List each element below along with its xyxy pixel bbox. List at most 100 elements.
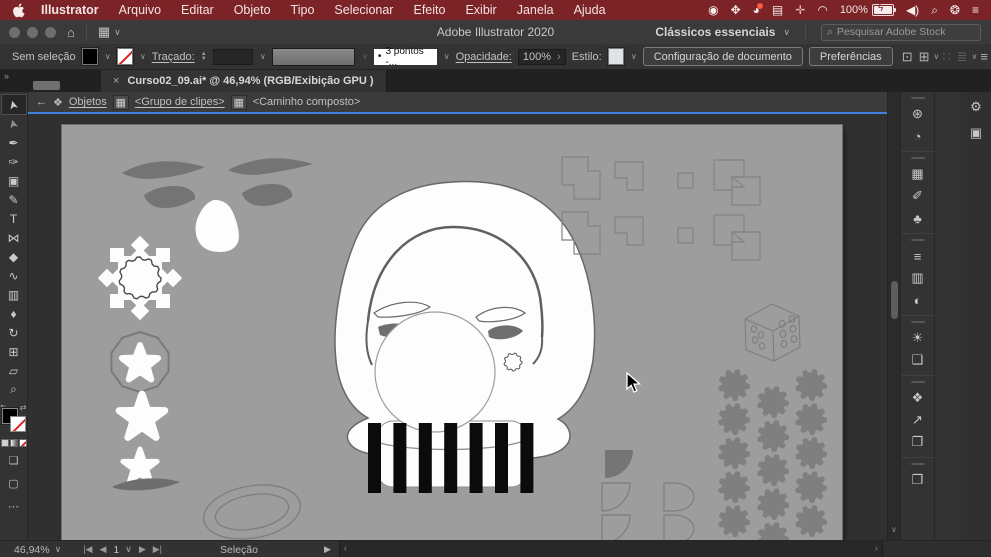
adobe-stock-search[interactable]: ⌕ Pesquisar Adobe Stock (821, 24, 981, 41)
align-options-icon[interactable]: ≣ (957, 49, 968, 65)
layers-panel-icon[interactable]: ❖ (901, 387, 934, 409)
artwork-dice[interactable] (745, 304, 800, 361)
scroll-down-icon[interactable]: ∨ (891, 525, 897, 534)
status-flyout-icon[interactable]: ▶ (324, 544, 331, 555)
artboard-number-dropdown[interactable]: 1 ∨ (113, 544, 131, 556)
workspace-switcher[interactable]: Clássicos essenciais (655, 25, 775, 39)
apple-menu-icon[interactable] (12, 3, 25, 18)
dropbox-icon[interactable]: ✥ (731, 0, 741, 20)
gradient-panel-icon[interactable]: ▥ (901, 267, 934, 289)
close-tab-icon[interactable]: × (113, 75, 119, 87)
align-options-icon-chevron[interactable]: ∨ (972, 52, 978, 61)
breadcrumb-objects[interactable]: Objetos (69, 96, 107, 108)
graphic-styles-panel-icon[interactable]: ❑ (901, 349, 934, 371)
artwork-background-face[interactable] (122, 158, 313, 252)
control-center-icon[interactable]: ≡ (972, 0, 979, 20)
transparency-panel-icon[interactable]: ◐ (901, 289, 934, 311)
smooth-tool[interactable]: ∿ (2, 266, 26, 285)
color-mode-button[interactable] (1, 439, 9, 447)
stroke-color-swatch[interactable] (117, 48, 133, 65)
scroll-right-icon[interactable]: › (875, 543, 878, 553)
menu-tipo[interactable]: Tipo (281, 0, 325, 20)
isolate-selection-icon-chevron[interactable]: ∨ (934, 52, 940, 61)
artwork-gear-grid[interactable] (719, 370, 826, 540)
previous-artboard-icon[interactable]: ◀ (99, 544, 106, 555)
appearance-panel-icon[interactable]: ☀ (901, 327, 934, 349)
artwork-star-small[interactable] (123, 449, 157, 482)
menu-selecionar[interactable]: Selecionar (324, 0, 403, 20)
gradient-mode-button[interactable] (10, 439, 18, 447)
touch-workspace-icon[interactable]: ∷ (942, 49, 950, 65)
toolbar-overflow-icon[interactable]: » (4, 71, 8, 81)
panel-menu-icon[interactable]: ≡ (980, 49, 988, 64)
stroke-chevron[interactable]: ∨ (140, 52, 146, 61)
fill-color-swatch[interactable] (82, 48, 98, 65)
minimize-window-button[interactable] (27, 27, 38, 38)
menu-efeito[interactable]: Efeito (403, 0, 455, 20)
vertical-scrollbar-thumb[interactable] (891, 281, 898, 319)
artwork-snowflake-badge[interactable] (98, 236, 182, 320)
document-setup-button[interactable]: Configuração de documento (643, 47, 803, 66)
horizontal-scrollbar[interactable]: ‹ › (339, 541, 883, 557)
profile-chevron[interactable]: ∨ (444, 52, 450, 61)
direct-selection-tool[interactable]: ➤ (2, 114, 26, 133)
brush-chevron[interactable]: ∨ (362, 52, 368, 61)
opacity-label[interactable]: Opacidade: (456, 51, 512, 63)
brush-definition-dropdown[interactable] (272, 48, 355, 66)
stroke-weight-field[interactable] (213, 49, 253, 65)
rotate-view-tool[interactable]: ↻ (2, 323, 26, 342)
more-tools-icon[interactable]: ⋯ (2, 497, 26, 516)
color-panel-icon[interactable]: ⊛ (901, 103, 934, 125)
graphic-style-swatch[interactable] (608, 48, 624, 65)
home-icon[interactable]: ⌂ (67, 25, 75, 40)
artwork-quarter-shapes[interactable] (602, 450, 694, 540)
battery-indicator[interactable]: 100% ϟ (840, 4, 894, 16)
artboards-panel-icon[interactable]: ❐ (901, 431, 934, 453)
artwork-swoosh[interactable] (112, 478, 180, 490)
volume-icon[interactable]: ◀) (906, 0, 919, 20)
menu-ajuda[interactable]: Ajuda (564, 0, 616, 20)
menu-janela[interactable]: Janela (507, 0, 564, 20)
arrange-documents-icon[interactable]: ▦ (98, 24, 110, 40)
menu-editar[interactable]: Editar (171, 0, 224, 20)
scroll-left-icon[interactable]: ‹ (344, 543, 347, 553)
document-tab[interactable]: × Curso02_09.ai* @ 46,94% (RGB/Exibição … (101, 70, 387, 92)
preferences-button[interactable]: Preferências (809, 47, 893, 66)
stroke-profile-dropdown[interactable]: • 3 pontos -... (374, 49, 437, 65)
transform-bounds-icon[interactable]: ⊡ (902, 49, 913, 65)
type-tool[interactable]: T (2, 209, 26, 228)
eraser-tool[interactable]: ◆ (2, 247, 26, 266)
curvature-tool[interactable]: ✑ (2, 152, 26, 171)
spotlight-icon[interactable]: ⌕ (931, 0, 938, 20)
stroke-weight-stepper[interactable]: ▲▼ (201, 52, 207, 62)
opacity-field[interactable]: 100% › (518, 49, 566, 65)
menu-arquivo[interactable]: Arquivo (109, 0, 171, 20)
gradient-tool[interactable]: ▥ (2, 285, 26, 304)
stroke-panel-icon[interactable]: ≡ (901, 245, 934, 267)
none-mode-button[interactable] (19, 439, 27, 447)
workspace-chevron[interactable]: ∨ (783, 27, 790, 38)
screen-record-icon[interactable]: ◉ (708, 0, 718, 20)
paintbrush-tool[interactable]: ✎ (2, 190, 26, 209)
artwork-double-ellipse[interactable] (199, 478, 305, 540)
fill-stroke-widget[interactable]: ▪▫ ⇄ (1, 405, 27, 433)
isolate-selection-icon[interactable]: ⊞ (919, 49, 930, 65)
close-window-button[interactable] (9, 27, 20, 38)
zoom-level-dropdown[interactable]: 46,94% ∨ (14, 544, 61, 556)
stroke-swatch[interactable] (10, 416, 26, 432)
selection-tool[interactable]: ➤ (2, 95, 26, 114)
color-guide-panel-icon[interactable]: ◔ (901, 125, 934, 147)
vertical-scrollbar[interactable]: ∨ (887, 92, 901, 540)
input-source-icon[interactable]: ✛ (795, 0, 805, 20)
reflect-tool[interactable]: ⋈ (2, 228, 26, 247)
artwork-square-outlines[interactable] (562, 157, 760, 260)
artboard-tool[interactable]: ▱ (2, 361, 26, 380)
swatches-panel-icon[interactable]: ▦ (901, 163, 934, 185)
artwork-star-large[interactable] (119, 394, 165, 437)
eyedropper-tool[interactable]: ♦ (2, 304, 26, 323)
rectangle-tool[interactable]: ▣ (2, 171, 26, 190)
stroke-weight-chevron[interactable]: ∨ (260, 52, 266, 61)
menu-objeto[interactable]: Objeto (224, 0, 281, 20)
brushes-panel-icon[interactable]: ✐ (901, 185, 934, 207)
zoom-window-button[interactable] (45, 27, 56, 38)
